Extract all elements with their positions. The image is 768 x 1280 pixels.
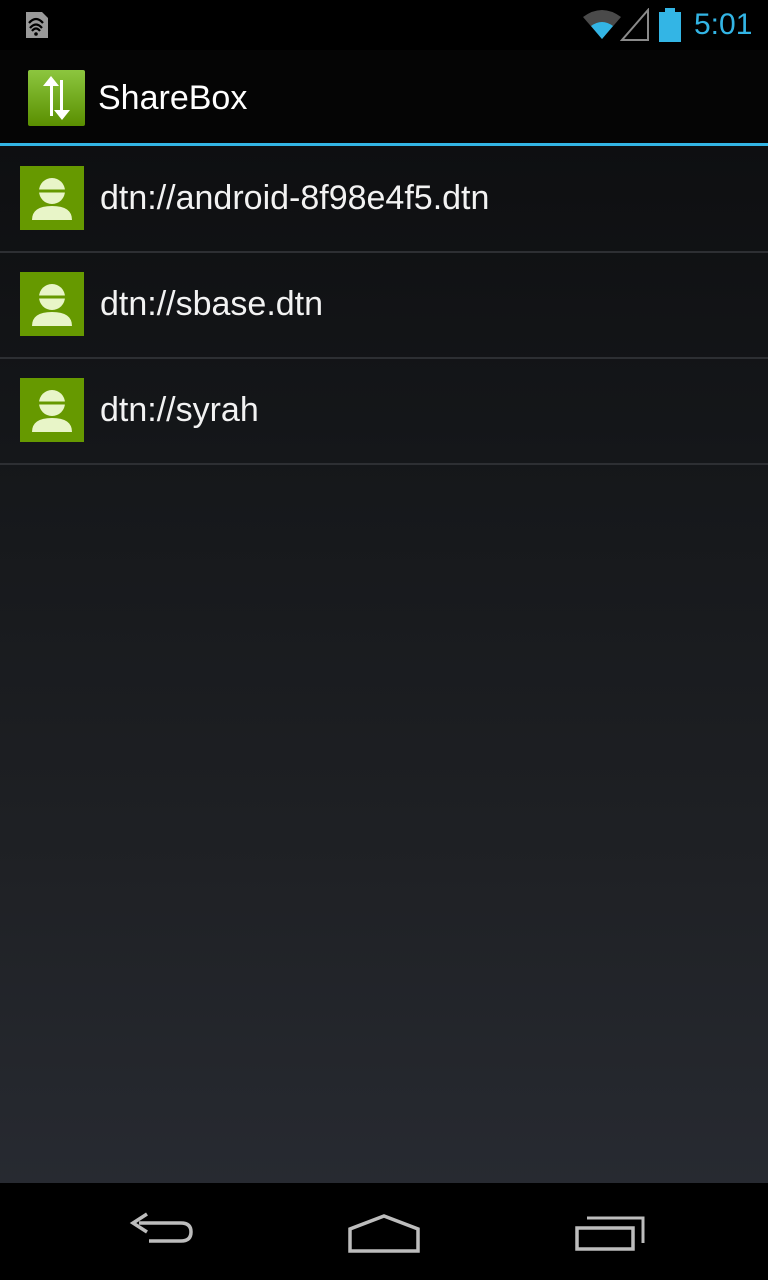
battery-icon (659, 8, 681, 42)
user-avatar-icon (20, 166, 84, 230)
navigation-bar (0, 1183, 768, 1280)
notification-icon (26, 12, 48, 38)
list-item[interactable]: dtn://android-8f98e4f5.dtn (0, 146, 768, 253)
status-time: 5:01 (694, 8, 753, 41)
sharebox-app-icon[interactable] (28, 70, 85, 126)
back-icon[interactable] (115, 1201, 205, 1261)
app-title: ShareBox (98, 79, 248, 117)
device-address: dtn://syrah (100, 391, 259, 429)
recent-apps-icon[interactable] (565, 1201, 655, 1261)
list-item[interactable]: dtn://sbase.dtn (0, 252, 768, 359)
user-avatar-icon (20, 272, 84, 336)
wifi-icon (583, 10, 621, 39)
action-bar: ShareBox (0, 50, 768, 143)
home-icon[interactable] (339, 1201, 429, 1261)
list-item[interactable]: dtn://syrah (0, 358, 768, 465)
status-bar: 5:01 (0, 0, 768, 50)
device-address: dtn://sbase.dtn (100, 285, 324, 323)
device-list: dtn://android-8f98e4f5.dtn dtn://sbase.d… (0, 146, 768, 1183)
device-address: dtn://android-8f98e4f5.dtn (100, 179, 490, 217)
user-avatar-icon (20, 378, 84, 442)
cell-signal-icon (620, 8, 649, 41)
screen: 5:01 ShareBox dtn://android-8f98e4f5.dtn… (0, 0, 768, 1280)
